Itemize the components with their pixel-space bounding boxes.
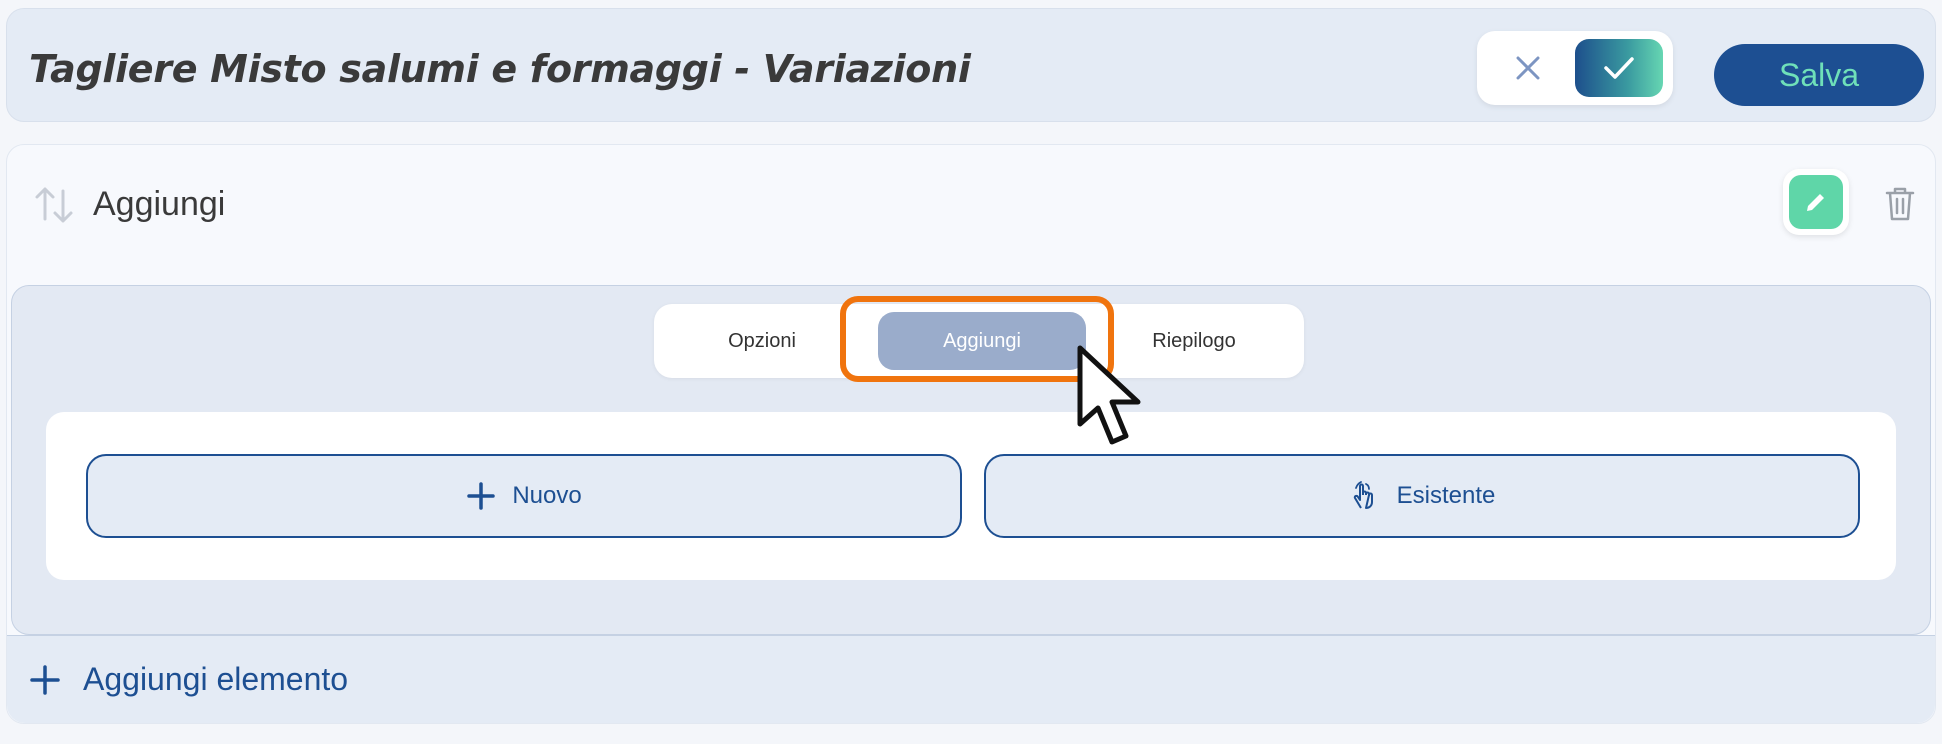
sort-arrows-icon[interactable] (31, 181, 79, 229)
add-element-button[interactable]: Aggiungi elemento (7, 635, 1935, 723)
header-bar: Tagliere Misto salumi e formaggi - Varia… (6, 8, 1936, 122)
plus-icon (467, 482, 496, 510)
cursor-icon (1077, 345, 1141, 445)
trash-icon[interactable] (1883, 185, 1917, 223)
add-element-label: Aggiungi elemento (83, 661, 349, 697)
plus-icon (30, 664, 60, 695)
edit-button[interactable] (1783, 169, 1849, 235)
save-button[interactable]: Salva (1714, 44, 1924, 106)
existing-button-label: Esistente (1396, 482, 1496, 509)
tab-opzioni[interactable]: Opzioni (664, 312, 860, 370)
tab-container: Opzioni Aggiungi Riepilogo Nuovo Esisten… (11, 285, 1931, 635)
options-card: Nuovo Esistente (46, 412, 1896, 580)
existing-button[interactable]: Esistente (984, 454, 1860, 538)
visibility-toggle[interactable] (1477, 31, 1673, 105)
new-button-label: Nuovo (512, 482, 582, 509)
page-title: Tagliere Misto salumi e formaggi - Varia… (29, 47, 971, 91)
tab-aggiungi[interactable]: Aggiungi (878, 312, 1086, 370)
new-button[interactable]: Nuovo (86, 454, 962, 538)
pencil-icon (1789, 175, 1843, 229)
tab-bar: Opzioni Aggiungi Riepilogo (654, 304, 1304, 378)
check-icon[interactable] (1575, 39, 1663, 97)
close-icon[interactable] (1503, 43, 1553, 93)
section-title: Aggiungi (93, 185, 226, 223)
variation-panel: Aggiungi Opzioni Aggiungi Riepilogo Nuov… (6, 144, 1936, 724)
hand-pointer-icon (1353, 481, 1373, 509)
